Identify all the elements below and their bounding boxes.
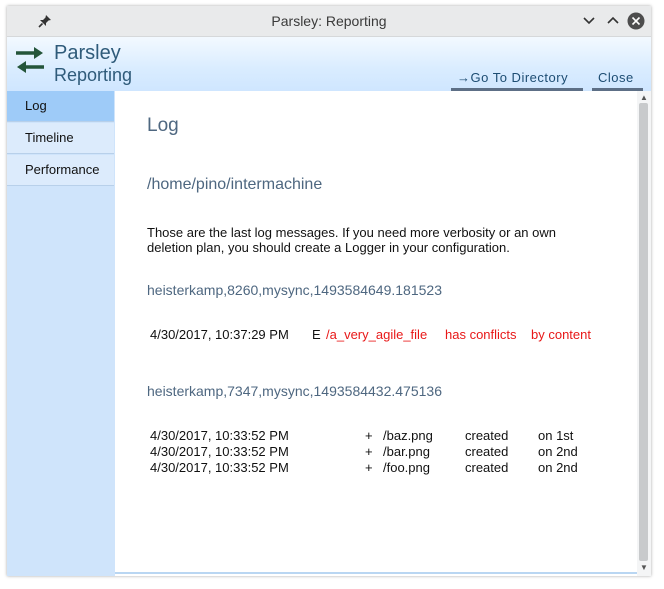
entry-time: 4/30/2017, 10:37:29 PM [150, 327, 289, 342]
entry-action: created [465, 444, 509, 459]
page-title: Log [147, 115, 179, 136]
app-subtitle: Reporting [54, 65, 133, 85]
directory-path: /home/pino/intermachine [147, 176, 323, 193]
scroll-down-icon[interactable]: ▼ [640, 563, 648, 572]
sidebar: Log Timeline Performance [7, 91, 115, 576]
scroll-up-icon[interactable]: ▲ [640, 93, 648, 102]
window-title: Parsley: Reporting [271, 13, 387, 29]
log-description: Those are the last log messages. If you … [147, 225, 556, 255]
swap-arrows-icon [13, 43, 47, 77]
log-section-title: heisterkamp,7347,mysync,1493584432.47513… [147, 383, 442, 399]
app-name: Parsley [54, 42, 121, 64]
sidebar-item-log[interactable]: Log [7, 91, 114, 122]
entry-detail: on 1st [538, 428, 574, 443]
entry-time: 4/30/2017, 10:33:52 PM [150, 444, 289, 459]
go-to-directory-button[interactable]: →Go To Directory [451, 69, 583, 91]
log-section-title: heisterkamp,8260,mysync,1493584649.18152… [147, 282, 442, 298]
entry-file: /foo.png [383, 460, 430, 475]
scrollbar-thumb[interactable] [639, 103, 648, 561]
sidebar-item-performance[interactable]: Performance [7, 155, 114, 186]
entry-file: /baz.png [383, 428, 433, 443]
entry-sign: + [365, 444, 373, 459]
entry-detail: on 2nd [538, 444, 578, 459]
maximize-icon[interactable] [604, 12, 622, 30]
entry-time: 4/30/2017, 10:33:52 PM [150, 428, 289, 443]
main-content: Log /home/pino/intermachine Those are th… [115, 91, 637, 573]
entry-sign: E [312, 327, 321, 342]
entry-action: has conflicts [445, 327, 517, 342]
sidebar-item-timeline[interactable]: Timeline [7, 123, 114, 154]
app-window: Parsley: Reporting Parsley Reporting →Go… [7, 6, 651, 576]
entry-detail: by content [531, 327, 591, 342]
app-header: Parsley Reporting →Go To Directory Close [7, 37, 651, 91]
vertical-scrollbar[interactable]: ▲ ▼ [637, 91, 651, 576]
entry-action: created [465, 460, 509, 475]
title-bar: Parsley: Reporting [7, 6, 651, 37]
entry-time: 4/30/2017, 10:33:52 PM [150, 460, 289, 475]
close-button[interactable]: Close [592, 69, 643, 91]
entry-file: /bar.png [383, 444, 430, 459]
entry-action: created [465, 428, 509, 443]
entry-detail: on 2nd [538, 460, 578, 475]
close-icon[interactable] [627, 12, 645, 30]
entry-sign: + [365, 460, 373, 475]
entry-file: /a_very_agile_file [326, 327, 428, 342]
content-bottom-border [115, 572, 637, 574]
minimize-icon[interactable] [580, 12, 598, 30]
entry-sign: + [365, 428, 373, 443]
